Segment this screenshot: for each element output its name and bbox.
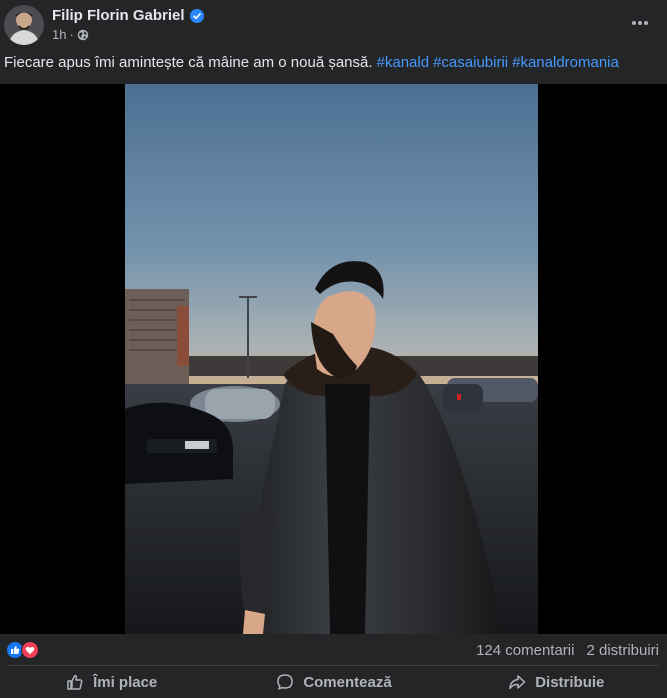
post-meta: 1h · bbox=[52, 27, 89, 42]
hashtag-kanaldromania[interactable]: #kanaldromania bbox=[512, 54, 619, 71]
post-time[interactable]: 1h bbox=[52, 27, 66, 42]
globe-icon bbox=[77, 29, 89, 40]
post-card: Filip Florin Gabriel 1h · Fiecare apus î… bbox=[0, 0, 667, 698]
author-name[interactable]: Filip Florin Gabriel bbox=[52, 7, 185, 24]
hashtag-kanald[interactable]: #kanald bbox=[377, 54, 430, 71]
share-icon bbox=[509, 675, 526, 690]
like-button[interactable]: Îmi place bbox=[0, 666, 222, 698]
comments-count[interactable]: 124 comentarii bbox=[476, 642, 574, 659]
hashtag-casaiubirii[interactable]: #casaiubirii bbox=[433, 54, 508, 71]
thumbs-up-icon bbox=[67, 674, 83, 690]
comment-label: Comentează bbox=[303, 673, 392, 691]
reaction-icons[interactable] bbox=[6, 641, 39, 659]
reaction-summary: 124 comentarii 2 distribuiri bbox=[0, 637, 667, 665]
post-actions: Îmi place Comentează Distribuie bbox=[0, 666, 667, 698]
like-label: Îmi place bbox=[93, 673, 158, 691]
post-header: Filip Florin Gabriel 1h · bbox=[0, 0, 667, 48]
comment-icon bbox=[277, 674, 294, 690]
meta-separator: · bbox=[69, 27, 74, 42]
post-caption: Fiecare apus îmi amintește că mâine am o… bbox=[4, 54, 619, 71]
love-reaction-icon bbox=[21, 641, 39, 659]
comment-button[interactable]: Comentează bbox=[222, 666, 444, 698]
author-name-row: Filip Florin Gabriel bbox=[52, 7, 204, 24]
verified-badge-icon bbox=[189, 8, 204, 23]
post-media[interactable] bbox=[0, 84, 667, 634]
engagement-counts: 124 comentarii 2 distribuiri bbox=[476, 642, 659, 659]
caption-text: Fiecare apus îmi amintește că mâine am o… bbox=[4, 54, 373, 71]
more-options-icon[interactable] bbox=[627, 10, 653, 36]
share-button[interactable]: Distribuie bbox=[445, 666, 667, 698]
shares-count[interactable]: 2 distribuiri bbox=[586, 642, 659, 659]
post-photo[interactable] bbox=[125, 84, 538, 634]
share-label: Distribuie bbox=[535, 673, 605, 691]
author-avatar[interactable] bbox=[4, 5, 44, 45]
